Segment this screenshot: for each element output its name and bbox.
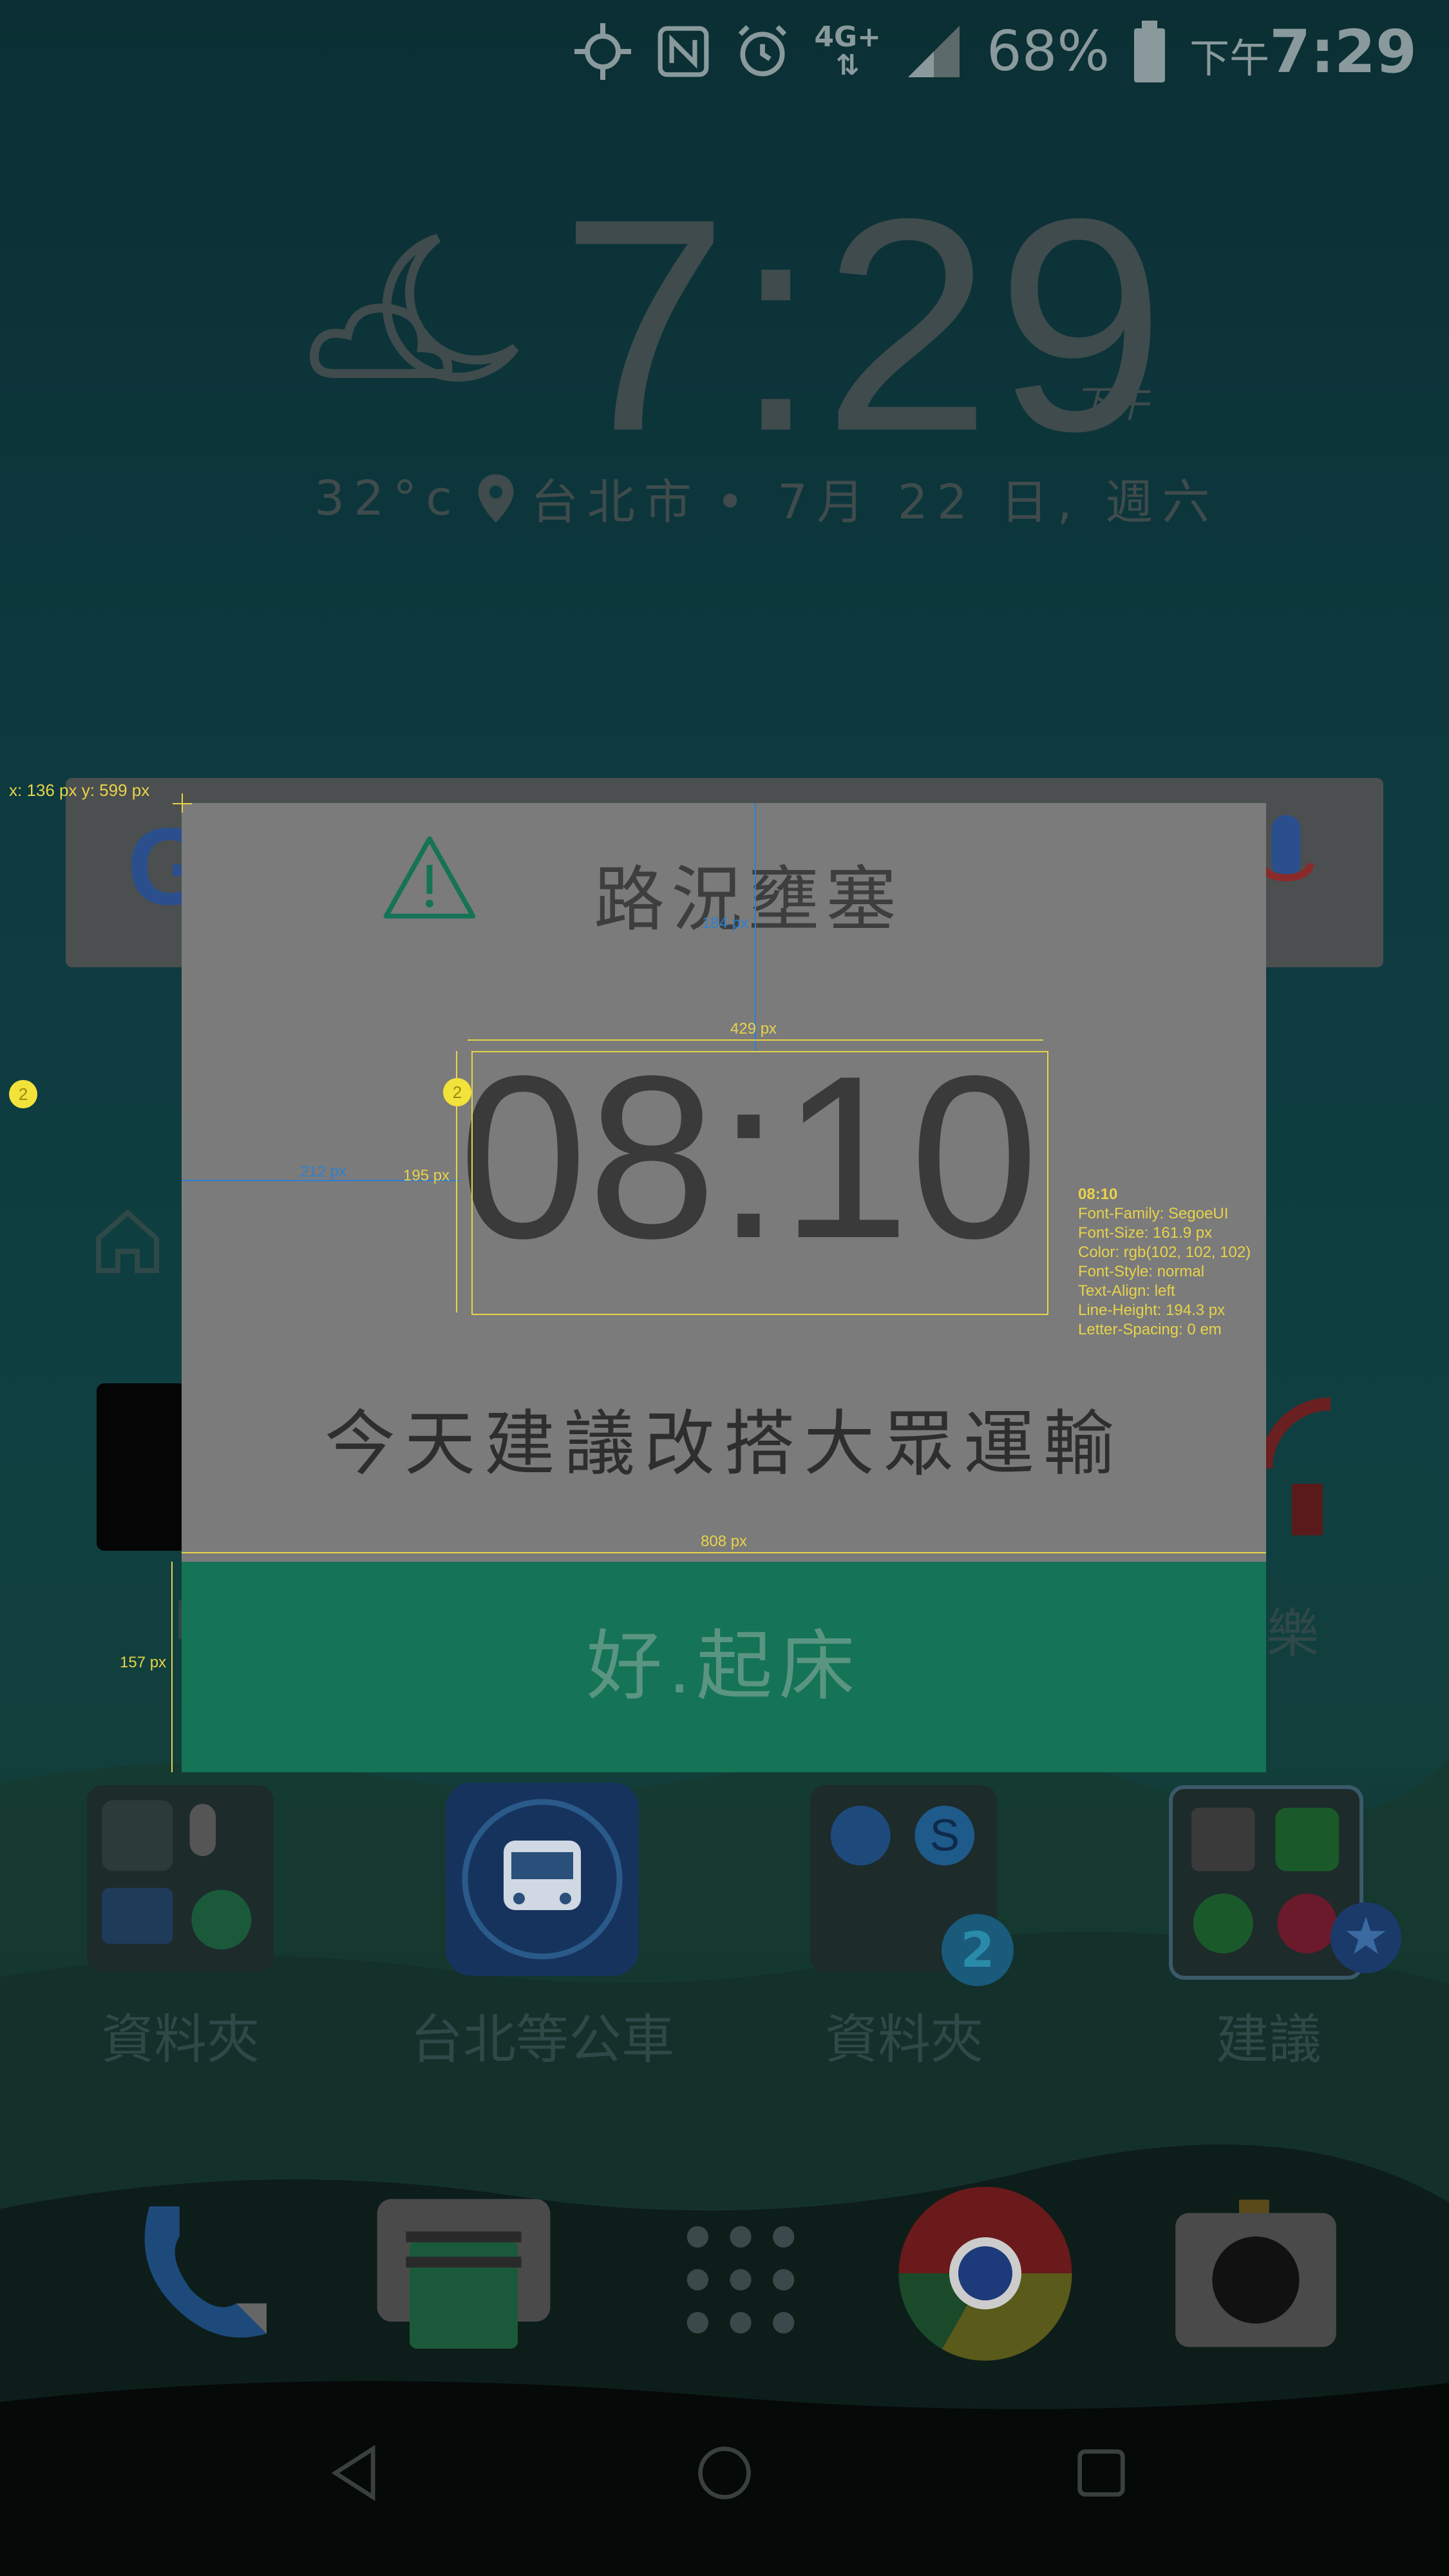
music-headphones-icon[interactable] [1266, 1391, 1343, 1546]
clock-widget-time[interactable]: 7:29 [560, 174, 1170, 477]
network-icon: 4G+ ⇅ [814, 23, 881, 80]
signal-icon [903, 21, 965, 82]
cursor-crosshair-h [173, 803, 192, 804]
home-icon[interactable] [89, 1203, 166, 1280]
app-music-label: 樂 [1266, 1604, 1320, 1665]
back-icon[interactable] [322, 2441, 386, 2505]
time-width-label: 429 px [730, 1020, 777, 1037]
phone-icon[interactable] [116, 2190, 283, 2357]
svg-text:S: S [930, 1810, 960, 1861]
font-spec-panel: 08:10 Font-Family: SegoeUI Font-Size: 16… [1078, 1185, 1251, 1340]
wake-up-button-label: 好.起床 [586, 1624, 862, 1709]
gps-icon [572, 21, 634, 82]
messages-icon[interactable] [374, 2193, 554, 2360]
folder-tools[interactable] [87, 1785, 274, 1972]
app-drawer-icon[interactable] [676, 2215, 805, 2344]
app-mo-icon[interactable] [97, 1383, 187, 1551]
gap-top-line [755, 803, 756, 1051]
spec-color: Color: rgb(102, 102, 102) [1078, 1244, 1251, 1261]
button-height-line [171, 1562, 173, 1772]
location-pin-icon [478, 474, 514, 522]
alarm-icon [733, 22, 792, 81]
notification-badge: 2 [942, 1914, 1014, 1986]
nfc-icon [656, 24, 711, 79]
app-taipei-bus-label: 台北等公車 [410, 2009, 674, 2070]
weather-night-cloudy-icon [310, 234, 519, 382]
dialog-message: 今天建議改搭大眾運輸 [325, 1403, 1123, 1485]
status-ampm: 下午 [1189, 34, 1270, 82]
status-bar: 4G+ ⇅ 68% 下午7:29 [572, 13, 1417, 90]
gap-top-label: 184 px [702, 914, 749, 932]
status-time: 7:29 [1269, 17, 1417, 86]
spec-font-size: Font-Size: 161.9 px [1078, 1224, 1213, 1242]
cursor-coordinates: x: 136 px y: 599 px [9, 781, 150, 800]
spec-letter-spacing: Letter-Spacing: 0 em [1078, 1321, 1222, 1338]
battery-icon [1132, 21, 1168, 82]
chrome-icon[interactable] [895, 2183, 1075, 2363]
time-height-label: 195 px [403, 1167, 450, 1184]
battery-percent: 68% [986, 19, 1110, 84]
tools-folder-icon [102, 1800, 252, 1950]
folder-suggestions-label: 建議 [1215, 2009, 1321, 2070]
marker-badge-left: 2 [9, 1080, 37, 1108]
folder-messaging-label: 資料夾 [824, 2009, 983, 2070]
app-taipei-bus[interactable] [446, 1783, 639, 1976]
warning-icon [383, 836, 476, 919]
star-badge-icon: ★ [1331, 1902, 1401, 1973]
data-arrows-icon: ⇅ [835, 49, 860, 82]
time-bounding-box [471, 1051, 1048, 1315]
time-width-line [468, 1039, 1043, 1041]
spec-line-height: Line-Height: 194.3 px [1078, 1302, 1226, 1319]
clock-widget-ampm: 下午 [1074, 382, 1150, 426]
location: 台北市 [530, 475, 701, 530]
bus-icon [462, 1799, 623, 1960]
weather-info[interactable]: 32°c 台北市 • 7月 22 日, 週六 [314, 464, 1218, 533]
camera-icon[interactable] [1172, 2196, 1340, 2351]
dialog-width-line [182, 1552, 1266, 1553]
spec-text-align: Text-Align: left [1078, 1282, 1175, 1300]
spec-font-family: Font-Family: SegoeUI [1078, 1205, 1229, 1222]
home-nav-icon[interactable] [692, 2441, 757, 2505]
button-height-label: 157 px [120, 1654, 167, 1671]
gap-left-label: 212 px [300, 1163, 347, 1180]
wake-up-button[interactable]: 好.起床 [182, 1562, 1266, 1772]
temperature: 32°c [314, 470, 461, 526]
folder-tools-label: 資料夾 [100, 2009, 260, 2070]
spec-name: 08:10 [1078, 1186, 1118, 1203]
spec-font-style: Font-Style: normal [1078, 1263, 1205, 1280]
marker-badge-time: 2 [443, 1078, 471, 1106]
date: • 7月 22 日, 週六 [715, 475, 1219, 530]
network-type: 4G+ [814, 21, 881, 53]
recents-icon[interactable] [1069, 2441, 1133, 2505]
dialog-width-label: 808 px [701, 1533, 748, 1550]
